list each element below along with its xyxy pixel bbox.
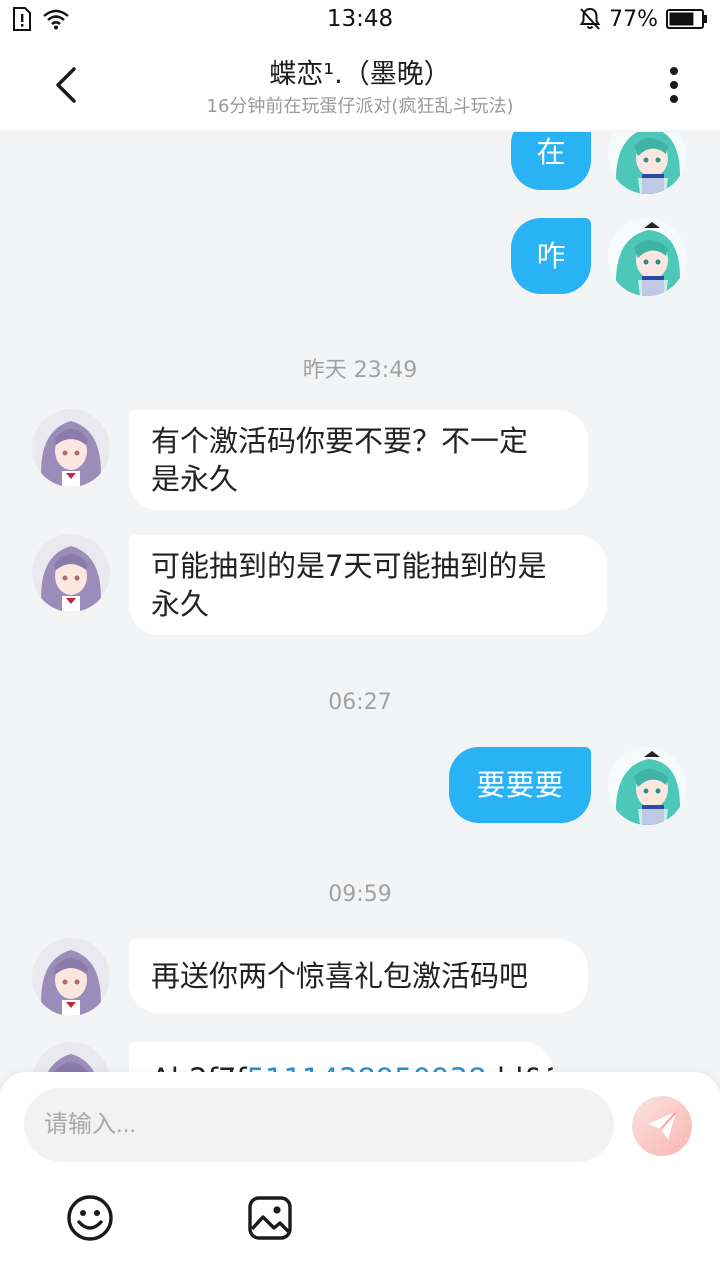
message-text: 在 xyxy=(536,135,566,169)
image-button[interactable] xyxy=(246,1194,294,1242)
more-vertical-icon xyxy=(670,67,678,103)
contact-name: 蝶恋¹.（墨晚） xyxy=(269,59,451,90)
message-bubble-sent[interactable]: 咋 xyxy=(511,218,591,294)
message-input[interactable] xyxy=(24,1088,614,1162)
message-list[interactable]: 在 咋 昨天 23:49 有个激活码你要不要？不一定 是永久 可能抽到的是7天可… xyxy=(0,132,720,1072)
message-text-line: 可能抽到的是7天可能抽到的是 xyxy=(151,549,547,583)
code-prefix: Ab2f7f xyxy=(151,1060,247,1072)
message-text-line: 永久 xyxy=(151,587,210,621)
my-avatar[interactable] xyxy=(608,132,686,194)
contact-avatar[interactable] xyxy=(32,409,110,487)
message-text: 再送你两个惊喜礼包激活码吧 xyxy=(151,959,529,993)
input-panel xyxy=(0,1072,720,1280)
more-options-button[interactable] xyxy=(654,60,694,110)
message-bubble-sent[interactable]: 要要要 xyxy=(449,747,591,823)
message-text-line: 是永久 xyxy=(151,462,239,496)
send-button[interactable] xyxy=(632,1096,692,1156)
timestamp: 09:59 xyxy=(328,882,392,907)
send-icon xyxy=(648,1111,677,1140)
my-avatar[interactable] xyxy=(608,747,686,825)
contact-status: 16分钟前在玩蛋仔派对(疯狂乱斗玩法) xyxy=(206,96,514,117)
message-text: 咋 xyxy=(536,239,566,273)
message-text: 要要要 xyxy=(476,768,564,802)
emoji-icon xyxy=(67,1195,113,1241)
timestamp: 06:27 xyxy=(328,690,392,715)
emoji-button[interactable] xyxy=(66,1194,114,1242)
sim-icon xyxy=(12,7,32,31)
message-bubble-received[interactable]: 有个激活码你要不要？不一定 是永久 xyxy=(129,410,588,510)
image-icon xyxy=(248,1196,292,1240)
code-suffix: dd&2 xyxy=(486,1060,553,1072)
status-left xyxy=(12,7,212,31)
battery-icon xyxy=(666,8,708,30)
contact-avatar[interactable] xyxy=(32,938,110,1016)
bell-off-icon xyxy=(579,7,601,31)
battery-percent: 77% xyxy=(609,6,658,32)
my-avatar[interactable] xyxy=(608,218,686,296)
timestamp: 昨天 23:49 xyxy=(302,358,418,383)
message-bubble-received[interactable]: Ab2f7f5111438950938dd&2 xyxy=(129,1042,553,1072)
code-link[interactable]: 5111438950938 xyxy=(247,1060,487,1072)
status-bar: 13:48 77% xyxy=(0,0,720,38)
status-right: 77% xyxy=(508,7,708,32)
message-bubble-received[interactable]: 再送你两个惊喜礼包激活码吧 xyxy=(129,939,588,1013)
contact-avatar[interactable] xyxy=(32,534,110,612)
message-text-line: 有个激活码你要不要？不一定 xyxy=(151,424,529,458)
message-bubble-sent[interactable]: 在 xyxy=(511,132,591,190)
message-bubble-received[interactable]: 可能抽到的是7天可能抽到的是 永久 xyxy=(129,535,607,635)
chat-header: 蝶恋¹.（墨晚） 16分钟前在玩蛋仔派对(疯狂乱斗玩法) xyxy=(0,38,720,132)
contact-avatar[interactable] xyxy=(32,1042,110,1072)
wifi-icon xyxy=(42,8,70,30)
